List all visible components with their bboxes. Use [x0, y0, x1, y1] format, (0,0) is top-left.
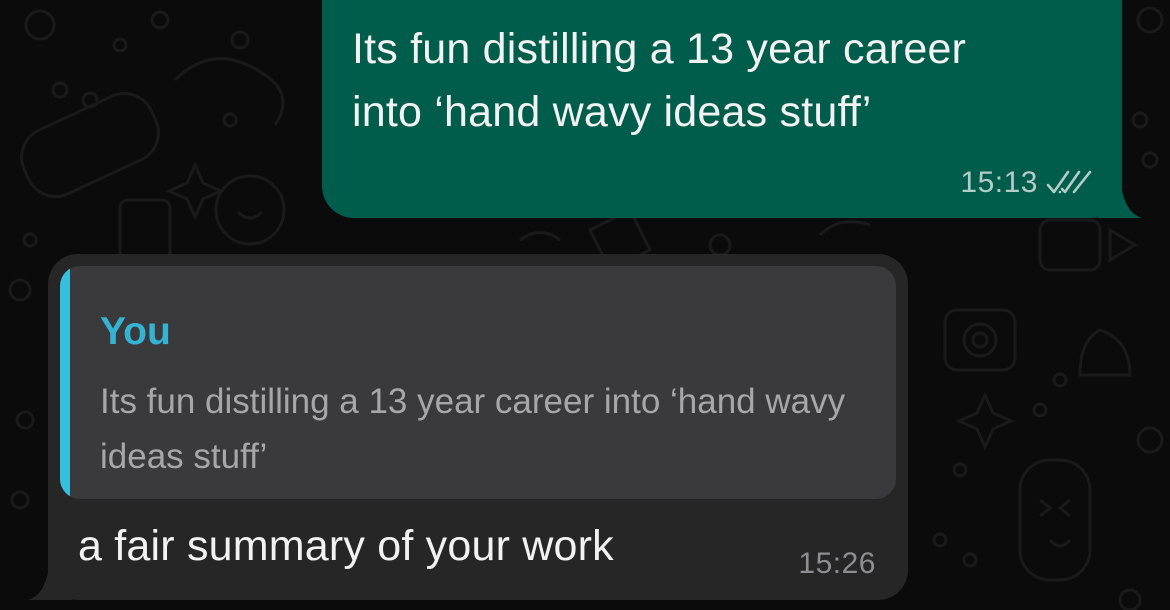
- message-text: Its fun distilling a 13 year career into…: [352, 25, 967, 136]
- quote-text: Its fun distilling a 13 year career into…: [100, 382, 846, 476]
- incoming-message-bubble[interactable]: You Its fun distilling a 13 year career …: [28, 254, 908, 600]
- message-time: 15:13: [960, 166, 1038, 199]
- quote-author: You: [100, 310, 171, 353]
- quote-accent-bar: [60, 266, 70, 499]
- reply-quote[interactable]: You Its fun distilling a 13 year career …: [60, 266, 896, 499]
- double-check-icon: [1046, 170, 1092, 194]
- message-meta: 15:13: [960, 166, 1092, 200]
- outgoing-message-bubble[interactable]: Its fun distilling a 13 year career into…: [322, 0, 1142, 218]
- message-time: 15:26: [798, 547, 876, 580]
- bubble-tail-icon: [1098, 174, 1142, 218]
- message-text: a fair summary of your work: [78, 522, 614, 570]
- bubble-tail-icon: [28, 556, 72, 600]
